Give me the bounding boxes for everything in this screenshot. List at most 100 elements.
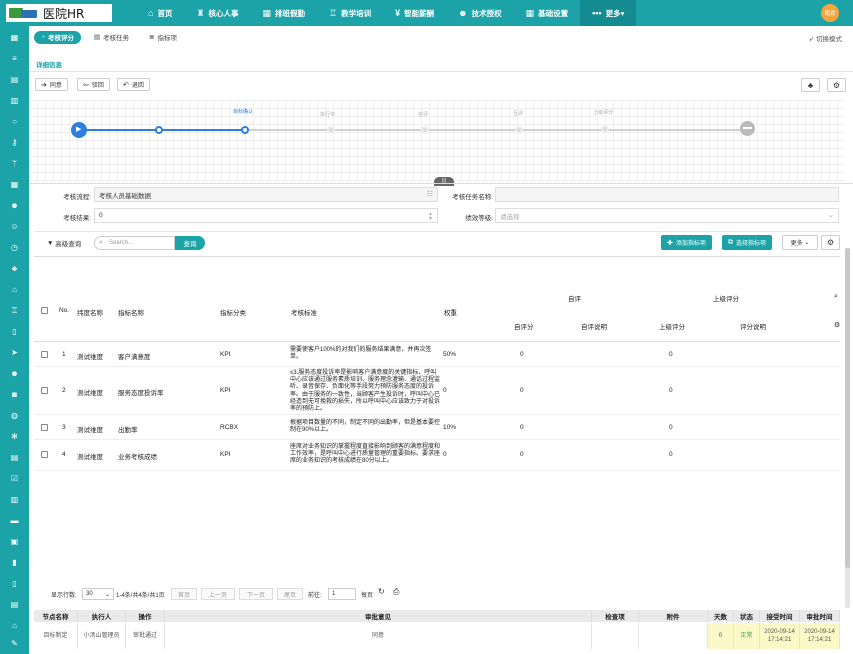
bank-icon[interactable]: ⌂ [9,620,20,631]
nav-settings[interactable]: ▦ 基础设置 [514,0,581,26]
row-checkbox[interactable] [41,351,48,358]
gear-icon[interactable]: ⚙ [834,321,840,329]
sitemap-icon[interactable]: ♣ [9,263,20,274]
row-checkbox[interactable] [41,387,48,394]
export-icon[interactable]: ⎙ [393,587,399,597]
calendar-icon[interactable]: ▦ [9,179,20,190]
flow-node-executing[interactable] [327,126,335,134]
return-button[interactable]: ↶ 退回 [117,78,150,91]
task-name-field[interactable] [495,187,839,202]
table-row[interactable]: 1 测试维度 客户满意度 KPI 需要使客户100%的对我们的服务结果满意，并再… [34,342,840,367]
row-checkbox[interactable] [41,424,48,431]
tab-assessment-task[interactable]: ▤ 考核任务 [87,31,136,44]
refresh-icon[interactable]: ↻ [378,587,385,596]
people-icon[interactable]: ☻ [9,368,20,379]
flow-node-peer-eval[interactable] [515,126,523,134]
user-icon[interactable]: ☻ [9,200,20,211]
more-dropdown[interactable]: 更多 ⌄ [782,235,818,250]
result-value: 0 [99,212,103,219]
list-icon[interactable]: ≡ [9,53,20,64]
tab-indicator[interactable]: ≣ 指标项 [142,31,184,44]
cell-self-score[interactable]: 0 [520,451,524,458]
file-icon[interactable]: ▥ [9,494,20,505]
nav-auth[interactable]: ☻ 技术授权 [446,0,513,26]
last-page-button[interactable]: 尾页 [277,588,303,600]
chat-icon[interactable]: ◙ [9,389,20,400]
cell-sup-score[interactable]: 0 [669,387,673,394]
chart-icon[interactable]: ▮ [9,557,20,568]
nav-training[interactable]: ♖ 教学培训 [317,0,383,26]
table-row[interactable]: 4 测试维度 业务考核成绩 KPI 座席对业务知识的掌握程度直接影响到顾客的满意… [34,440,840,471]
next-page-button[interactable]: 下一页 [239,588,273,600]
home-icon[interactable]: ⌂ [9,284,20,295]
flow-node-target-confirm[interactable] [241,126,249,134]
cell-sup-score[interactable]: 0 [669,424,673,431]
search-input[interactable]: ⌕ Search... [94,236,175,250]
sitemap-button[interactable]: ♣ [801,78,820,92]
goto-page-input[interactable]: 1 [328,588,356,600]
table-row[interactable]: 3 测试维度 出勤率 RCBX 根据项目数量的不同，制定不同的出勤率，但是基本要… [34,415,840,440]
cell-sup-score[interactable]: 0 [669,351,673,358]
settings-button[interactable]: ⚙ [827,78,846,92]
pencil-icon[interactable]: ✎ [9,638,20,649]
branch-icon[interactable]: ᛘ [9,158,20,169]
row-checkbox[interactable] [41,451,48,458]
clock-icon[interactable]: ◷ [9,242,20,253]
table-settings-button[interactable]: ⚙ [821,235,840,250]
reject-button[interactable]: ⇦ 驳回 [77,78,110,91]
table-row[interactable]: 2 测试维度 服务态度投诉率 KPI ≤3.服务态度投诉率是影响客户满意度的关键… [34,367,840,415]
file-icon[interactable]: ▯ [9,578,20,589]
process-field[interactable]: 考核人员基础数据 ☷ [94,187,438,202]
cell-self-score[interactable]: 0 [520,424,524,431]
flow-node-self-eval[interactable] [421,126,429,134]
start-node[interactable]: ▶ [71,122,87,138]
asterisk-icon[interactable]: ✻ [9,431,20,442]
nav-more[interactable]: ••• 更多▾ [580,0,637,26]
doc-icon[interactable]: ▤ [9,452,20,463]
scrollbar-thumb[interactable] [845,248,850,568]
cell-self-score[interactable]: 0 [520,387,524,394]
globe-icon[interactable]: ◍ [9,410,20,421]
book-icon[interactable]: ▥ [9,95,20,106]
collapse-handle[interactable]: ||| [434,177,454,186]
apps-icon[interactable]: ▦ [9,32,20,43]
select-indicator-button[interactable]: ⧉ 选择指标项 [722,235,773,250]
cell-self-score[interactable]: 0 [520,351,524,358]
tab-assessment-score[interactable]: ◔ 考核评分 [34,30,81,44]
bed-icon[interactable]: ▬ [9,515,20,526]
prev-page-button[interactable]: 上一页 [201,588,235,600]
cell-sup-score[interactable]: 0 [669,451,673,458]
approve-button[interactable]: ➔ 同意 [35,78,68,91]
result-field[interactable]: 0 ▲ ▼ [94,208,438,223]
send-icon[interactable]: ➤ [9,347,20,358]
nav-schedule[interactable]: ▦ 排班假勤 [251,0,318,26]
select-all-checkbox[interactable] [41,307,48,314]
flow-node-superior-score[interactable] [601,125,609,133]
user-icon[interactable]: ☺ [9,221,20,232]
mobile-icon[interactable]: ▯ [9,326,20,337]
add-indicator-button[interactable]: ✚ 添加指标项 [661,235,712,250]
arrow-right-icon: ➔ [41,81,47,89]
rows-per-page-select[interactable]: 30 ⌄ [82,588,114,600]
end-node[interactable] [740,121,755,136]
query-button[interactable]: 查询 [175,236,205,250]
first-page-button[interactable]: 首页 [171,588,197,600]
flow-node-1[interactable] [155,126,163,134]
circle-icon[interactable]: ○ [9,116,20,127]
card-icon[interactable]: ▤ [9,599,20,610]
money-icon[interactable]: ▣ [9,536,20,547]
search-icon[interactable]: ⌕ [834,293,838,301]
table-icon[interactable]: ▤ [9,74,20,85]
grade-select[interactable]: 请选择 ⌄ [495,208,839,223]
advanced-query-button[interactable]: ▼ 高级查询 [47,238,81,249]
logo[interactable]: 医院HR [6,4,112,22]
key-icon[interactable]: ⚷ [9,137,20,148]
col-group-self: 自评 [568,296,581,303]
nav-home[interactable]: ⌂ 首页 [136,0,184,26]
bank-icon[interactable]: ♖ [9,305,20,316]
switch-mode-button[interactable]: ➶ 切换模式 [809,33,842,43]
nav-salary[interactable]: ¥ 智能薪酬 [383,0,446,26]
nav-core-hr[interactable]: ♜ 核心人事 [184,0,250,26]
avatar[interactable]: 猪息 [821,4,839,22]
check-icon[interactable]: ☑ [9,473,20,484]
